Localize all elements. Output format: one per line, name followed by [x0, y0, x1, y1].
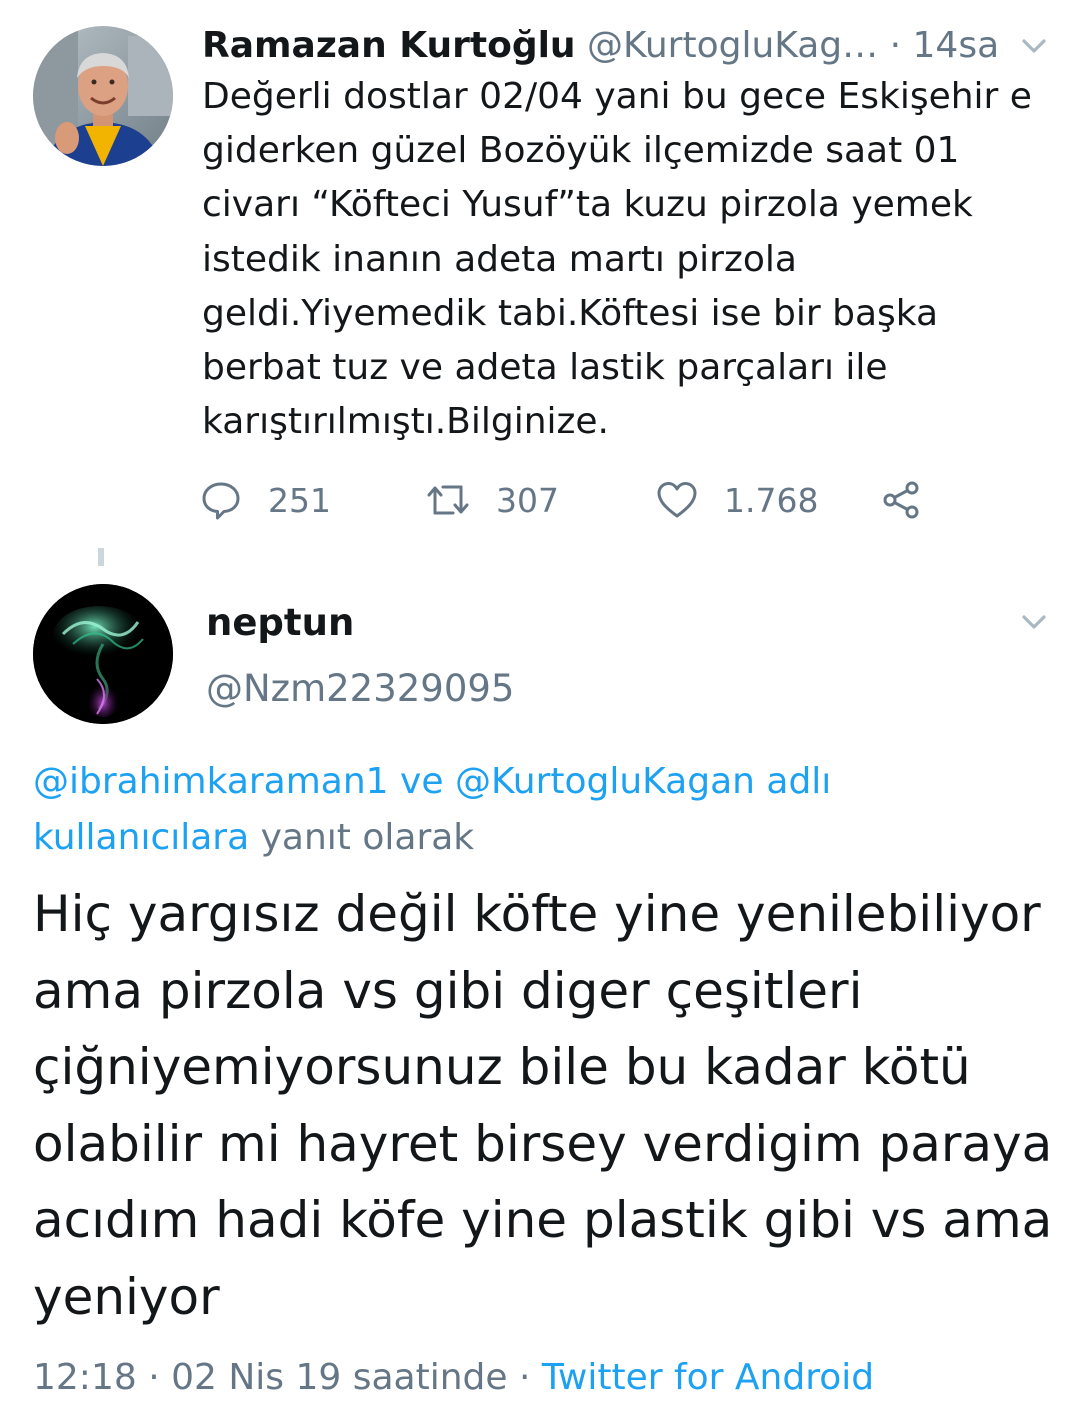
reply-tweet-text: Hiç yargısız değil köfte yine yenilebili…	[33, 885, 1053, 1326]
like-count: 1.768	[724, 480, 819, 520]
like-icon	[657, 482, 697, 518]
author-name[interactable]: Ramazan Kurtoğlu	[202, 25, 576, 66]
tweet-meta: 12:18 · 02 Nis 19 saatinde · Twitter for…	[33, 1350, 874, 1406]
reply-author-avatar[interactable]	[33, 584, 173, 724]
chevron-down-icon	[1022, 615, 1046, 629]
author-avatar[interactable]	[33, 26, 173, 166]
reply-author-name[interactable]: neptun	[206, 598, 354, 648]
thread-connector	[98, 548, 104, 566]
reply-author-handle[interactable]: @Nzm22329095	[206, 664, 514, 714]
mention-link[interactable]: @ibrahimkaraman1	[33, 761, 389, 802]
reply-menu-button[interactable]	[1012, 600, 1056, 644]
chevron-down-icon	[1022, 39, 1046, 53]
mention-connector: ve	[388, 761, 455, 802]
meta-separator: ·	[889, 25, 902, 66]
tweet-text: Değerli dostlar 02/04 yani bu gece Eskiş…	[202, 76, 1032, 443]
avatar-photo	[33, 26, 173, 166]
retweet-count: 307	[496, 480, 559, 520]
retweet-icon	[427, 485, 469, 515]
share-button[interactable]	[880, 472, 922, 528]
tweet-time[interactable]: 14sa	[913, 25, 1000, 66]
reply-button[interactable]: 251	[200, 472, 331, 528]
like-button[interactable]: 1.768	[656, 472, 818, 528]
reply-icon	[202, 482, 240, 520]
tweet-timestamp[interactable]: 12:18 · 02 Nis 19 saatinde	[33, 1357, 508, 1398]
tweet-source[interactable]: Twitter for Android	[542, 1357, 874, 1398]
reply-count: 251	[268, 480, 331, 520]
avatar-smoke-image	[33, 584, 173, 724]
tweet-header: Ramazan Kurtoğlu @KurtogluKag… · 14sa	[202, 18, 1002, 74]
tweet-menu-button[interactable]	[1012, 24, 1056, 68]
replying-to: @ibrahimkaraman1 ve @KurtogluKagan adlı …	[33, 754, 1053, 866]
share-icon	[883, 481, 919, 519]
retweet-button[interactable]: 307	[426, 472, 559, 528]
author-handle[interactable]: @KurtogluKag…	[587, 25, 878, 66]
tweet-actions: 251 307 1.768	[200, 472, 960, 528]
meta-separator: ·	[507, 1357, 542, 1398]
replying-to-suffix: yanıt olarak	[249, 817, 475, 858]
